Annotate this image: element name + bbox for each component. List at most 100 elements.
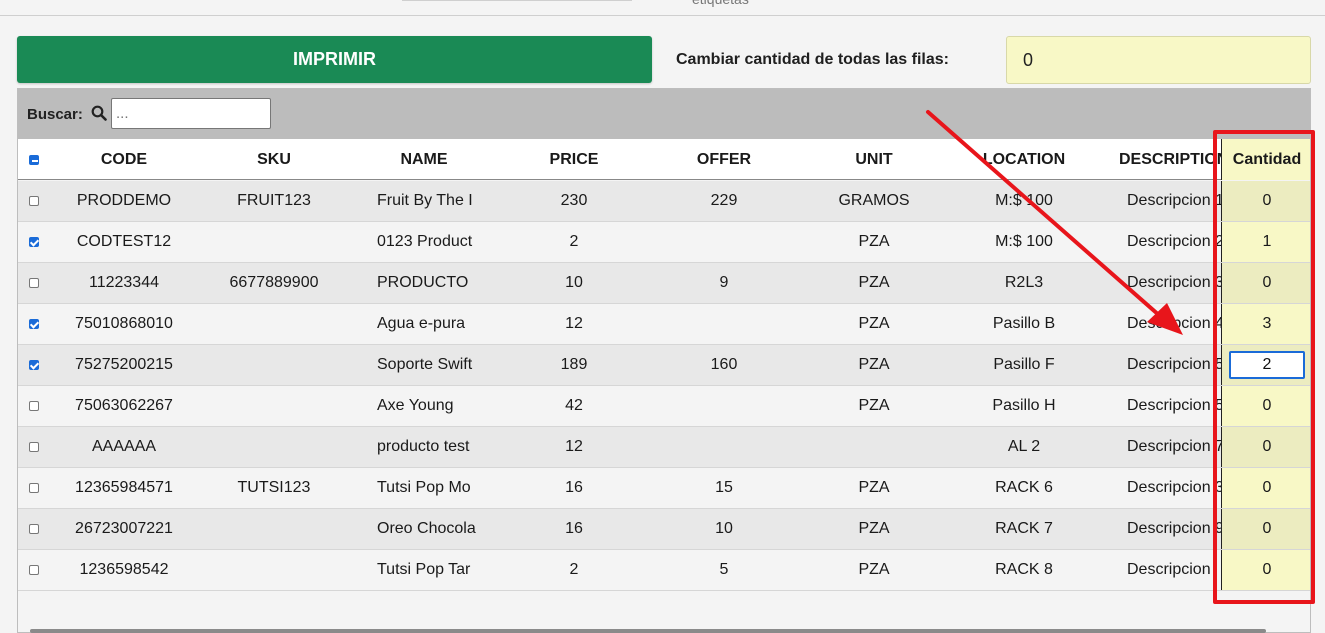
cell-description: Descripcion 1 xyxy=(1127,192,1221,209)
col-cantidad[interactable]: Cantidad xyxy=(1221,139,1310,180)
col-description[interactable]: DESCRIPTION xyxy=(1119,139,1221,180)
cell-price: 42 xyxy=(565,397,583,414)
cell-code: 75010868010 xyxy=(75,315,173,332)
cell-sku xyxy=(214,550,334,590)
table-row[interactable]: 26723007221 Oreo Chocola 16 10 PZA RACK 7 Desc… xyxy=(18,509,1310,550)
cell-sku xyxy=(214,509,334,549)
col-code[interactable]: CODE xyxy=(64,139,184,180)
row-checkbox[interactable] xyxy=(29,442,39,452)
cantidad-input[interactable] xyxy=(1229,351,1305,379)
cell-cantidad[interactable]: 0 xyxy=(1221,181,1310,221)
cell-sku xyxy=(214,345,334,385)
cell-cantidad[interactable]: 0 xyxy=(1221,427,1310,467)
cell-name: Tutsi Pop Tar xyxy=(377,561,471,578)
cell-offer: 9 xyxy=(719,274,729,291)
cell-offer xyxy=(664,304,784,344)
search-bar: Buscar: xyxy=(18,89,1310,139)
cell-description: Descripcion 4 xyxy=(1127,315,1221,332)
table-row[interactable]: PRODDEMO FRUIT123 Fruit By The I 230 229 GRAM… xyxy=(18,181,1310,222)
cell-cantidad[interactable]: 1 xyxy=(1221,222,1310,262)
bulk-quantity-label: Cambiar cantidad de todas las filas: xyxy=(676,51,949,68)
cell-offer xyxy=(664,386,784,426)
cell-offer xyxy=(664,222,784,262)
row-checkbox[interactable] xyxy=(29,196,39,206)
cell-cantidad[interactable]: 0 xyxy=(1221,386,1310,426)
row-checkbox[interactable] xyxy=(29,278,39,288)
cell-cantidad[interactable]: 0 xyxy=(1221,263,1310,303)
cell-code: PRODDEMO xyxy=(76,192,172,209)
cell-code: 11223344 xyxy=(89,274,159,291)
table-row[interactable]: 75275200215 Soporte Swift 189 160 PZA Pasillo… xyxy=(18,345,1310,386)
print-button[interactable]: IMPRIMIR xyxy=(17,36,652,83)
cell-description: Descripcion 5 xyxy=(1127,397,1221,414)
cell-price: 2 xyxy=(569,561,579,578)
cell-sku xyxy=(214,427,334,467)
search-label: Buscar: xyxy=(27,106,83,123)
row-checkbox[interactable] xyxy=(29,360,39,370)
col-location[interactable]: LOCATION xyxy=(964,139,1084,180)
cell-unit: PZA xyxy=(858,479,890,496)
cell-price: 2 xyxy=(569,233,579,250)
cell-offer xyxy=(664,427,784,467)
row-checkbox[interactable] xyxy=(29,565,39,575)
cell-price: 230 xyxy=(560,192,588,209)
row-checkbox[interactable] xyxy=(29,319,39,329)
table-row[interactable]: 75010868010 Agua e-pura 12 PZA Pasillo B Desc… xyxy=(18,304,1310,345)
cell-description: Descripcion 2 xyxy=(1127,233,1221,250)
table-row[interactable]: 11223344 6677889900 PRODUCTO 10 9 PZA R2L3 Desc… xyxy=(18,263,1310,304)
col-price[interactable]: PRICE xyxy=(514,139,634,180)
row-checkbox[interactable] xyxy=(29,237,39,247)
cell-offer: 5 xyxy=(719,561,729,578)
cell-description: Descripcion 5 xyxy=(1127,356,1221,373)
cell-name: Axe Young xyxy=(377,397,454,414)
row-checkbox[interactable] xyxy=(29,483,39,493)
cell-description: Descripcion 3 xyxy=(1127,479,1221,496)
table-row[interactable]: CODTEST12 0123 Product 2 PZA M:$ 100 Descripc… xyxy=(18,222,1310,263)
cell-location: AL 2 xyxy=(1007,438,1041,455)
table-row[interactable]: AAAAAA producto test 12 AL 2 Descripcion 70 xyxy=(18,427,1310,468)
cell-description: Descripcion 3 xyxy=(1127,274,1221,291)
col-name[interactable]: NAME xyxy=(364,139,484,180)
cell-unit: PZA xyxy=(858,356,890,373)
cell-cantidad[interactable]: 0 xyxy=(1221,509,1310,549)
col-sku[interactable]: SKU xyxy=(214,139,334,180)
row-checkbox[interactable] xyxy=(29,524,39,534)
search-input[interactable] xyxy=(111,98,271,129)
cell-offer: 15 xyxy=(715,479,733,496)
cell-name: PRODUCTO xyxy=(377,274,469,291)
cell-name: Tutsi Pop Mo xyxy=(377,479,471,496)
cell-unit xyxy=(814,427,934,467)
cell-location: R2L3 xyxy=(1004,274,1044,291)
table-row[interactable]: 75063062267 Axe Young 42 PZA Pasillo H Descri… xyxy=(18,386,1310,427)
cell-code: AAAAAA xyxy=(91,438,157,455)
cell-unit: PZA xyxy=(858,561,890,578)
cell-name: Soporte Swift xyxy=(377,356,473,373)
table-row[interactable]: 1236598542 Tutsi Pop Tar 2 5 PZA RACK 8 Descri… xyxy=(18,550,1310,591)
cell-code: 75063062267 xyxy=(75,397,173,414)
cell-cantidad[interactable]: 0 xyxy=(1221,550,1310,590)
select-all-checkbox[interactable] xyxy=(29,155,39,165)
products-table: Buscar: CODE SKU NAME PRICE OFFER UNIT L… xyxy=(17,88,1311,633)
top-bar: etiquetas xyxy=(0,0,1325,16)
cell-description: Descripcion 9 xyxy=(1127,520,1221,537)
cell-sku: FRUIT123 xyxy=(237,192,311,209)
col-unit[interactable]: UNIT xyxy=(814,139,934,180)
cell-location: Pasillo B xyxy=(992,315,1056,332)
cell-price: 16 xyxy=(565,520,583,537)
cell-price: 10 xyxy=(565,274,583,291)
table-header: CODE SKU NAME PRICE OFFER UNIT LOCATION … xyxy=(18,139,1310,180)
table-row[interactable]: 12365984571 TUTSI123 Tutsi Pop Mo 16 15 PZA RA… xyxy=(18,468,1310,509)
horizontal-scrollbar[interactable] xyxy=(30,629,1266,633)
cell-price: 12 xyxy=(565,315,583,332)
cell-name: Agua e-pura xyxy=(377,315,466,332)
cell-name: Oreo Chocola xyxy=(377,520,476,537)
cell-sku: TUTSI123 xyxy=(237,479,311,496)
row-checkbox[interactable] xyxy=(29,401,39,411)
cell-code: 1236598542 xyxy=(79,561,169,578)
cell-location: RACK 6 xyxy=(995,479,1053,496)
bulk-quantity-input[interactable] xyxy=(1006,36,1311,84)
top-divider xyxy=(402,0,632,1)
cell-cantidad[interactable]: 3 xyxy=(1221,304,1310,344)
cell-cantidad[interactable]: 0 xyxy=(1221,468,1310,508)
col-offer[interactable]: OFFER xyxy=(664,139,784,180)
